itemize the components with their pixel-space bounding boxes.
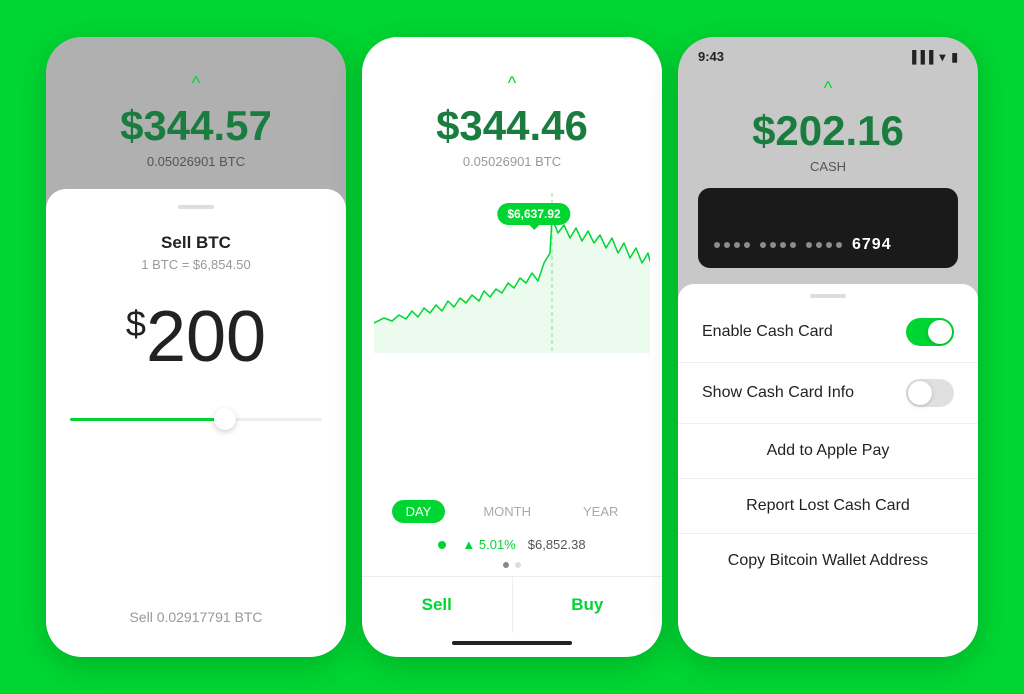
sell-sheet: Sell BTC 1 BTC = $6,854.50 $200 Sell 0.0… [46,189,346,657]
phone-btc-chart: ^ $344.46 0.05026901 BTC $6,637.92 DAY M… [362,37,662,657]
amount-slider[interactable] [70,418,322,421]
card-dot [770,242,776,248]
copy-bitcoin-row[interactable]: Copy Bitcoin Wallet Address [678,534,978,588]
phone1-top: ^ $344.57 0.05026901 BTC [46,37,346,189]
sell-btc-amount: Sell 0.02917791 BTC [129,609,262,641]
chevron-up-icon[interactable]: ^ [508,73,516,94]
show-card-info-row[interactable]: Show Cash Card Info [678,363,978,424]
chart-area: $6,637.92 [362,193,662,488]
card-dot [826,242,832,248]
status-icons: ▐▐▐ ▾ ▮ [908,50,958,64]
phone-btc-sell: ^ $344.57 0.05026901 BTC Sell BTC 1 BTC … [46,37,346,657]
cash-label: CASH [810,159,846,174]
card-dot [724,242,730,248]
chevron-up-icon[interactable]: ^ [192,73,200,94]
sell-buy-bar: Sell Buy [362,576,662,633]
chart-tooltip: $6,637.92 [497,203,570,225]
btc-rate: 1 BTC = $6,854.50 [141,257,251,272]
show-card-info-label: Show Cash Card Info [702,384,854,402]
card-dot [806,242,812,248]
card-dot-group-1 [714,242,750,248]
report-lost-label: Report Lost Cash Card [746,497,910,515]
sell-amount: $200 [126,296,266,378]
btc-balance: $344.57 [120,102,272,150]
chevron-up-icon[interactable]: ^ [824,78,832,99]
sell-button[interactable]: Sell [362,577,513,633]
phone2-top: ^ $344.46 0.05026901 BTC [362,37,662,193]
action-sheet: Enable Cash Card Show Cash Card Info Add… [678,284,978,657]
show-card-info-toggle[interactable] [906,379,954,407]
time-tabs: DAY MONTH YEAR [362,488,662,531]
page-dot-1 [503,562,509,568]
btc-balance: $344.46 [436,102,588,150]
card-dot [760,242,766,248]
stat-dot [438,541,446,549]
slider-thumb[interactable] [214,408,236,430]
card-dot [816,242,822,248]
apple-pay-label: Add to Apple Pay [767,442,890,460]
phone-cash-card: 9:43 ▐▐▐ ▾ ▮ ^ $202.16 CASH [678,37,978,657]
phone3-top: ^ $202.16 CASH [678,68,978,284]
report-lost-row[interactable]: Report Lost Cash Card [678,479,978,534]
wifi-icon: ▾ [939,50,945,64]
tab-day[interactable]: DAY [392,500,446,523]
home-bar [362,633,662,657]
btc-amount: 0.05026901 BTC [147,154,245,169]
apple-pay-row[interactable]: Add to Apple Pay [678,424,978,479]
card-dot [714,242,720,248]
toggle-knob [928,320,952,344]
drag-handle[interactable] [810,294,846,298]
cash-card: 6794 [698,188,958,268]
card-dot [744,242,750,248]
tab-year[interactable]: YEAR [569,500,632,523]
card-dot-group-2 [760,242,796,248]
battery-icon: ▮ [951,50,958,64]
dollar-sign: $ [126,303,146,344]
signal-icon: ▐▐▐ [908,50,934,64]
copy-bitcoin-label: Copy Bitcoin Wallet Address [728,552,928,570]
slider-track [70,418,322,421]
sell-title: Sell BTC [161,233,231,253]
status-bar: 9:43 ▐▐▐ ▾ ▮ [678,37,978,68]
btc-amount: 0.05026901 BTC [463,154,561,169]
slider-fill [70,418,221,421]
page-dot-2 [515,562,521,568]
card-dot [790,242,796,248]
card-dot-group-3 [806,242,842,248]
enable-card-label: Enable Cash Card [702,323,833,341]
home-indicator [452,641,572,645]
buy-button[interactable]: Buy [513,577,663,633]
stat-price: $6,852.38 [528,537,586,552]
chart-stats: ▲ 5.01% $6,852.38 [362,531,662,562]
toggle-knob [908,381,932,405]
card-dot [780,242,786,248]
enable-card-toggle[interactable] [906,318,954,346]
card-dot [836,242,842,248]
card-dot [734,242,740,248]
card-dots: 6794 [714,236,942,254]
cash-balance: $202.16 [752,107,904,155]
tab-month[interactable]: MONTH [469,500,545,523]
card-last4: 6794 [852,236,892,254]
enable-card-row[interactable]: Enable Cash Card [678,302,978,363]
page-dots [362,562,662,576]
drag-handle[interactable] [178,205,214,209]
pct-change: ▲ 5.01% [462,537,515,552]
status-time: 9:43 [698,49,724,64]
